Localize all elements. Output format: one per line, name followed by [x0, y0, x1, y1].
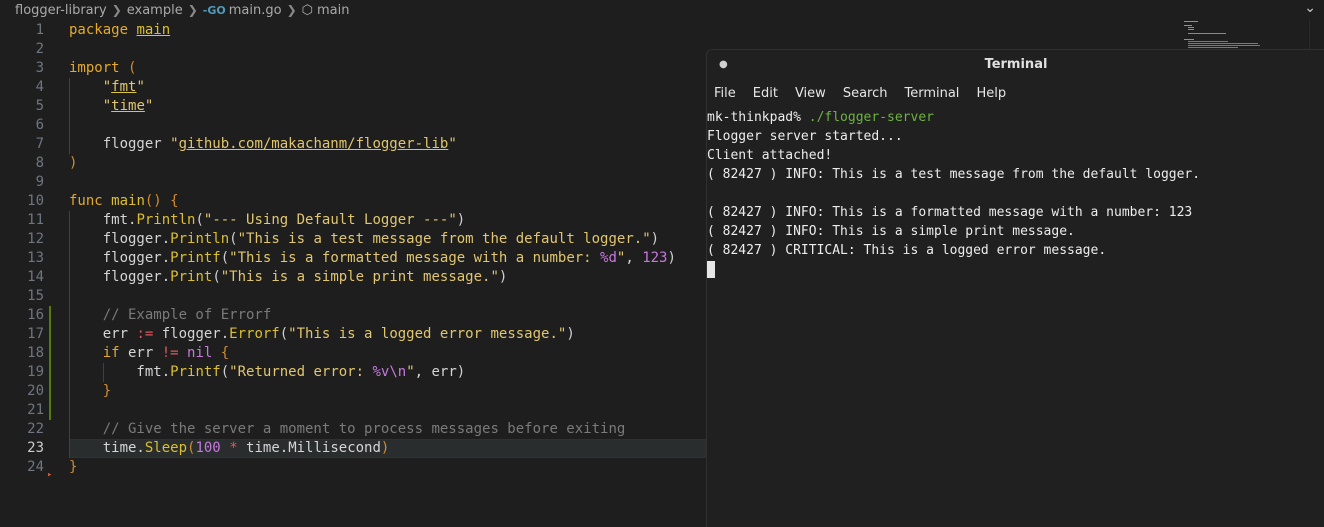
line-number: 1 — [35, 22, 44, 38]
code-line: "fmt" — [102, 79, 145, 95]
terminal-title: Terminal — [984, 57, 1048, 72]
code-line: // Give the server a moment to process m… — [102, 421, 626, 437]
terminal-line: Client attached! — [707, 148, 833, 163]
line-number: 23 — [27, 440, 44, 456]
code-line: err := flogger.Errorf("This is a logged … — [69, 326, 575, 342]
chevron-right-icon: ❯ — [286, 3, 297, 17]
line-number: 9 — [35, 174, 44, 190]
code-line: } — [69, 459, 78, 475]
code-line: package main — [69, 22, 171, 38]
menu-terminal[interactable]: Terminal — [904, 86, 959, 101]
code-line: ) — [69, 155, 78, 171]
go-file-icon: -GO — [202, 3, 226, 17]
line-number: 18 — [27, 345, 44, 361]
menu-search[interactable]: Search — [843, 86, 888, 101]
line-number: 4 — [35, 79, 44, 95]
terminal-line: ( 82427 ) INFO: This is a formatted mess… — [707, 205, 1193, 220]
line-number: 13 — [27, 250, 44, 266]
chevron-right-icon: ❯ — [111, 3, 122, 17]
breadcrumb: flogger-library ❯ example ❯ -GO main.go … — [0, 0, 1315, 20]
code-line: // Example of Errorf — [102, 307, 272, 323]
error-marker-icon: ▸ — [47, 470, 53, 480]
line-number-gutter: 1 2 3 4 5 6 7 8 9 10 11 12 13 14 15 16 17 18 19 20 21 22 23 24 — [0, 21, 50, 477]
line-number: 11 — [27, 212, 44, 228]
code-line: "time" — [102, 98, 154, 114]
breadcrumb-file[interactable]: main.go — [229, 3, 282, 18]
code-line: fmt.Printf("Returned error: %v\n", err) — [69, 364, 466, 380]
terminal-cursor — [707, 261, 715, 278]
code-line: fmt.Println("--- Using Default Logger --… — [69, 212, 466, 228]
line-number: 17 — [27, 326, 44, 342]
line-number: 6 — [35, 117, 44, 133]
terminal-line: Flogger server started... — [707, 129, 903, 144]
line-number: 22 — [27, 421, 44, 437]
line-number: 21 — [27, 402, 44, 418]
line-number: 14 — [27, 269, 44, 285]
more-actions-icon[interactable]: ⌄ — [1304, 0, 1316, 16]
line-number: 15 — [27, 288, 44, 304]
line-number: 5 — [35, 98, 44, 114]
line-number: 12 — [27, 231, 44, 247]
line-number: 19 — [27, 364, 44, 380]
terminal-line: ( 82427 ) INFO: This is a simple print m… — [707, 224, 1075, 239]
terminal-prompt: mk-thinkpad% — [707, 110, 809, 125]
code-line: if err != nil { — [102, 345, 230, 361]
code-line: time.Sleep(100 * time.Millisecond) — [69, 440, 390, 456]
terminal-prompt-line: mk-thinkpad% ./flogger-server — [707, 108, 1324, 127]
code-area[interactable]: package main import ( "fmt" "time" flogg… — [69, 21, 676, 477]
line-number: 7 — [35, 136, 44, 152]
menu-view[interactable]: View — [795, 86, 826, 101]
line-number: 10 — [27, 193, 44, 209]
window-menu-icon[interactable]: ● — [719, 59, 728, 70]
code-line: flogger "github.com/makachanm/flogger-li… — [69, 136, 457, 152]
menu-edit[interactable]: Edit — [753, 86, 778, 101]
menu-file[interactable]: File — [714, 86, 736, 101]
code-line: func main() { — [69, 193, 179, 209]
breadcrumb-folder[interactable]: flogger-library — [15, 3, 107, 18]
cube-icon: ⬡ — [301, 2, 313, 18]
menu-help[interactable]: Help — [976, 86, 1006, 101]
code-line: import ( — [69, 60, 137, 76]
line-number: 3 — [35, 60, 44, 76]
line-number: 8 — [35, 155, 44, 171]
terminal-window[interactable]: ● Terminal File Edit View Search Termina… — [706, 49, 1324, 527]
code-line: flogger.Printf("This is a formatted mess… — [69, 250, 676, 266]
terminal-line: ( 82427 ) CRITICAL: This is a logged err… — [707, 243, 1107, 258]
line-number: 16 — [27, 307, 44, 323]
code-line: flogger.Print("This is a simple print me… — [69, 269, 508, 285]
line-number: 2 — [35, 41, 44, 57]
modified-lines-indicator — [49, 306, 51, 420]
terminal-cursor-line — [707, 260, 1324, 279]
terminal-output[interactable]: mk-thinkpad% ./flogger-server Flogger se… — [707, 107, 1324, 279]
line-number: 20 — [27, 383, 44, 399]
terminal-line: ( 82427 ) INFO: This is a test message f… — [707, 167, 1201, 182]
terminal-menubar: File Edit View Search Terminal Help — [707, 79, 1324, 107]
chevron-right-icon: ❯ — [187, 3, 198, 17]
code-line: } — [102, 383, 112, 399]
minimap[interactable] — [1182, 20, 1300, 50]
code-line: flogger.Println("This is a test message … — [69, 231, 660, 247]
line-number: 24 — [27, 459, 44, 475]
breadcrumb-symbol[interactable]: main — [317, 3, 349, 18]
breadcrumb-subfolder[interactable]: example — [127, 3, 183, 18]
terminal-titlebar[interactable]: ● Terminal — [707, 50, 1324, 79]
terminal-command: ./flogger-server — [808, 110, 934, 125]
